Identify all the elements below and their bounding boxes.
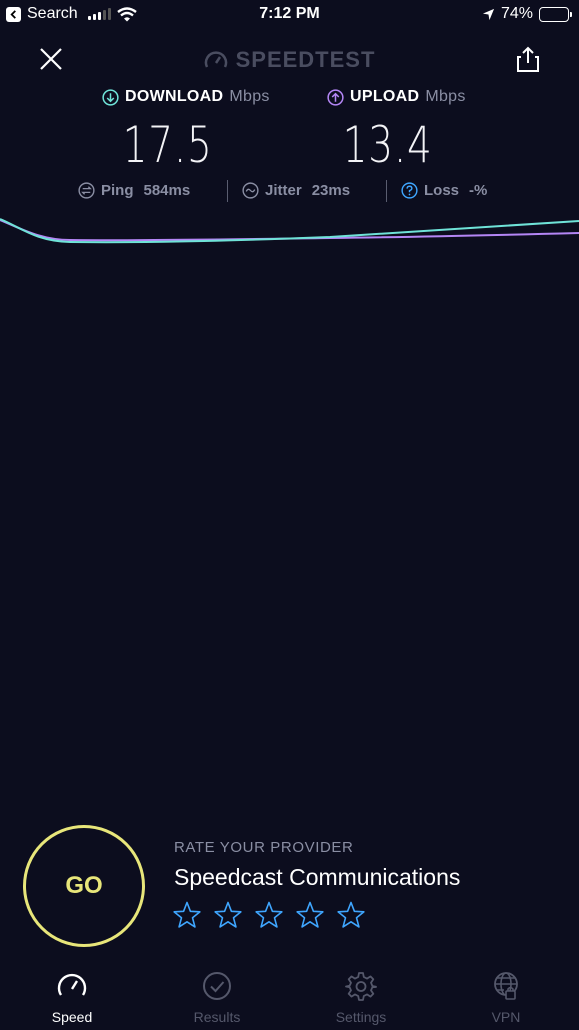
ping-label: Ping <box>101 182 134 199</box>
status-bar: Search 7:12 PM 74% <box>0 0 579 30</box>
download-label: DOWNLOAD Mbps <box>102 88 270 106</box>
tab-vpn[interactable]: VPN <box>456 962 556 1025</box>
ping-stat: Ping 584ms <box>78 182 190 199</box>
tab-label: Settings <box>335 1009 387 1025</box>
jitter-icon <box>242 182 259 199</box>
rating-stars <box>172 900 366 930</box>
brand-name: SPEEDTEST <box>235 47 376 72</box>
upload-trace <box>0 219 579 242</box>
help-icon[interactable] <box>401 182 418 199</box>
star-2-icon[interactable] <box>213 900 243 930</box>
speedometer-icon <box>57 973 87 996</box>
stats-divider <box>386 180 387 202</box>
check-circle-icon <box>203 972 231 1000</box>
jitter-stat: Jitter 23ms <box>242 182 350 199</box>
tab-label: Speed <box>51 1009 93 1025</box>
download-unit: Mbps <box>229 88 270 105</box>
tab-settings[interactable]: Settings <box>311 962 411 1025</box>
ping-value: 584 <box>143 182 169 199</box>
upload-label: UPLOAD Mbps <box>327 88 466 106</box>
star-1-icon[interactable] <box>172 900 202 930</box>
latency-stats: Ping 584ms Jitter 23ms Loss -% <box>0 180 579 204</box>
gear-icon <box>345 972 377 1001</box>
loss-stat[interactable]: Loss -% <box>401 182 487 199</box>
ping-unit: ms <box>168 182 191 199</box>
ping-icon <box>78 182 95 199</box>
jitter-value: 23 <box>311 182 329 199</box>
upload-label-text: UPLOAD <box>350 88 420 105</box>
go-button[interactable]: GO <box>23 825 145 947</box>
status-right: 74% <box>482 5 572 23</box>
tab-speed[interactable]: Speed <box>22 962 122 1025</box>
tab-label: Results <box>193 1009 241 1025</box>
jitter-unit: ms <box>328 182 351 199</box>
tab-results[interactable]: Results <box>167 962 267 1025</box>
loss-value: -% <box>469 182 488 199</box>
provider-name: Speedcast Communications <box>174 864 461 890</box>
speed-graph <box>0 218 579 244</box>
star-5-icon[interactable] <box>336 900 366 930</box>
share-icon <box>517 46 539 72</box>
loss-label: Loss <box>424 182 460 199</box>
star-3-icon[interactable] <box>254 900 284 930</box>
battery-icon <box>539 6 572 22</box>
share-button[interactable] <box>513 44 543 74</box>
tab-label: VPN <box>491 1009 521 1025</box>
download-trace <box>0 218 579 244</box>
location-arrow-icon <box>482 8 495 20</box>
battery-percent: 74% <box>500 5 533 22</box>
stats-divider <box>227 180 228 202</box>
star-4-icon[interactable] <box>295 900 325 930</box>
speedtest-logo: SPEEDTEST <box>0 47 579 73</box>
upload-unit: Mbps <box>425 88 466 105</box>
download-value: 17.5 <box>122 116 213 174</box>
tab-bar: Speed Results Settings VPN <box>0 962 579 1030</box>
upload-arrow-icon <box>327 88 344 106</box>
download-arrow-icon <box>102 88 119 106</box>
upload-value: 13.4 <box>342 116 433 174</box>
speedometer-logo-icon <box>204 51 227 68</box>
download-label-text: DOWNLOAD <box>125 88 224 105</box>
jitter-label: Jitter <box>265 182 302 199</box>
globe-lock-icon <box>494 972 518 1000</box>
rate-provider-title: RATE YOUR PROVIDER <box>174 839 354 856</box>
